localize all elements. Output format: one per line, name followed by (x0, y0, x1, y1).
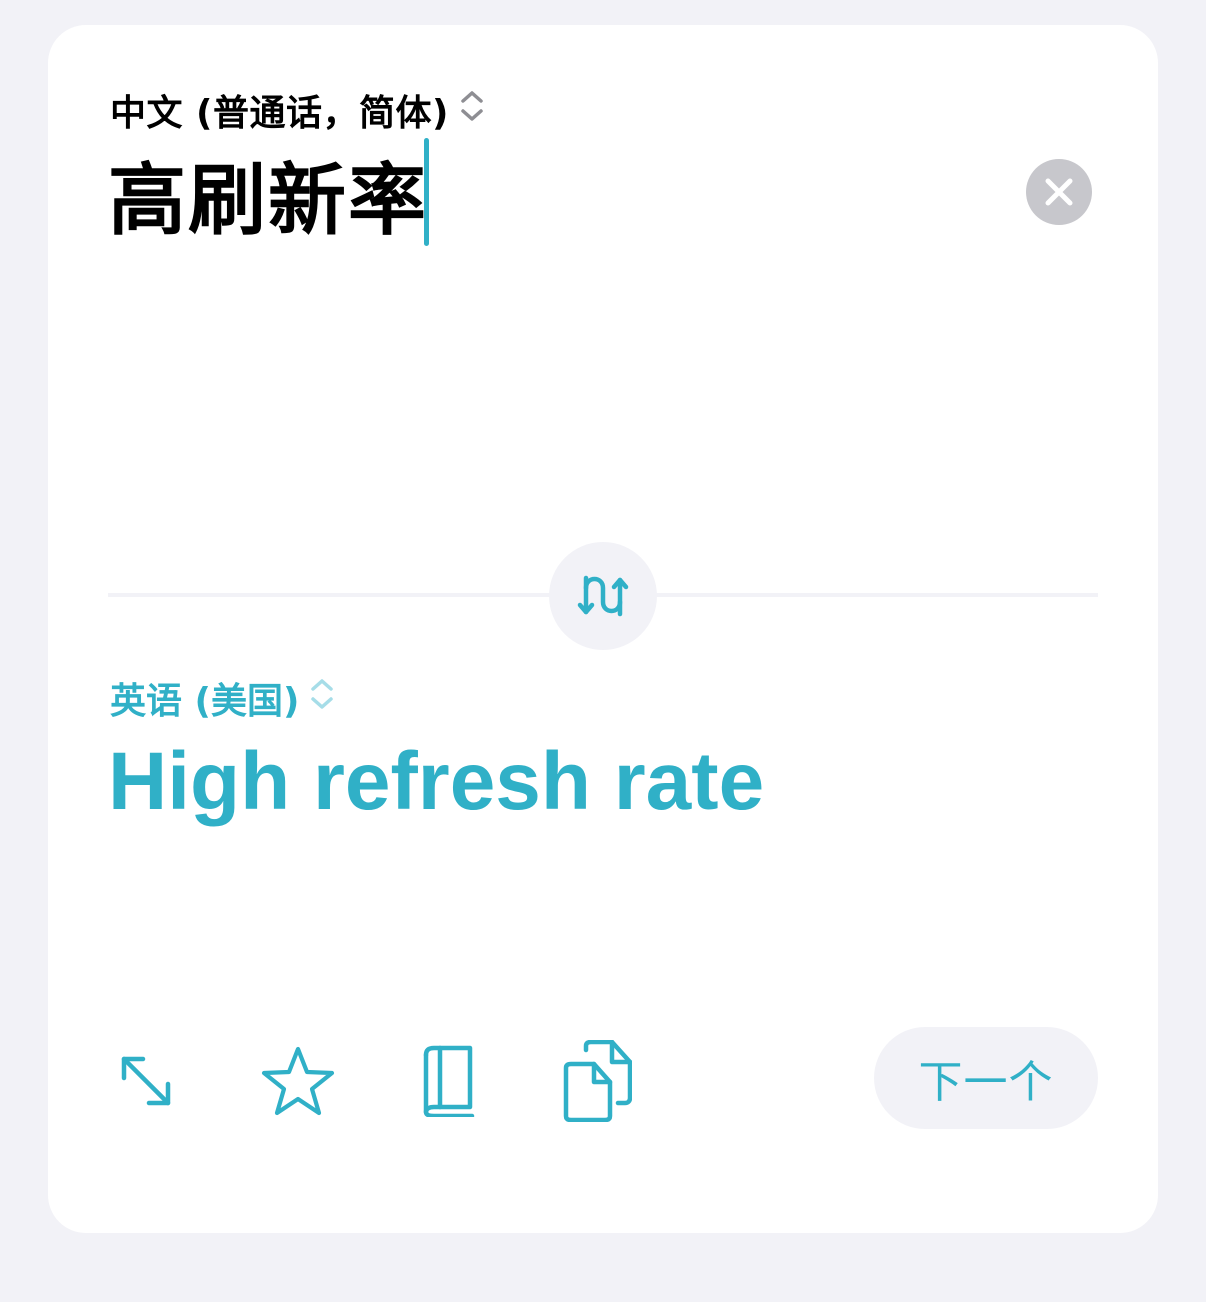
book-icon (423, 1045, 475, 1117)
expand-button[interactable] (106, 1040, 186, 1122)
star-icon (261, 1046, 335, 1116)
copy-icon (563, 1040, 632, 1122)
next-button[interactable]: 下一个 (874, 1027, 1098, 1129)
translated-text: High refresh rate (108, 736, 765, 827)
arrow-swap-icon (577, 575, 629, 617)
xmark-icon (1045, 178, 1073, 206)
target-language-label: 英语 (美国) (110, 681, 300, 722)
clear-text-button[interactable] (1026, 159, 1092, 225)
favorite-button[interactable] (258, 1040, 338, 1122)
copy-button[interactable] (556, 1040, 636, 1122)
dictionary-button[interactable] (408, 1040, 488, 1122)
chevron-up-down-icon (459, 88, 485, 133)
text-cursor (424, 138, 429, 246)
target-language-selector[interactable]: 英语 (美国) (110, 674, 335, 722)
source-text-input[interactable]: 高刷新率 (108, 140, 428, 248)
chevron-up-down-icon (309, 676, 335, 721)
swap-languages-button[interactable] (549, 542, 657, 650)
source-language-label: 中文 (普通话，简体) (110, 93, 449, 134)
source-language-selector[interactable]: 中文 (普通话，简体) (110, 86, 485, 134)
expand-arrows-icon (121, 1056, 171, 1106)
